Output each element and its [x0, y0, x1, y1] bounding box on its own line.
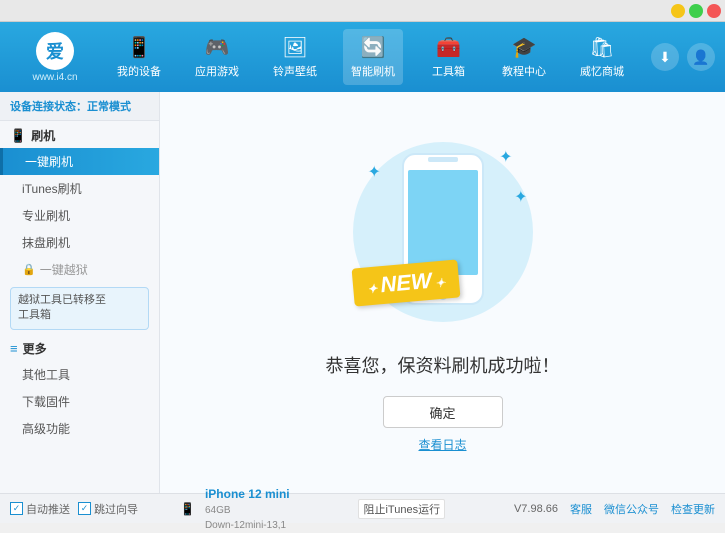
nav-item-tutorial[interactable]: 🎓 教程中心: [494, 29, 554, 85]
bottom-bar: ✓ 自动推送 ✓ 跳过向导 📱 iPhone 12 mini 64GB Down…: [0, 493, 725, 523]
skip-guide-checkbox-box: ✓: [78, 502, 91, 515]
sidebar-section-flash: 📱 刷机: [0, 121, 159, 148]
daily-link[interactable]: 查看日志: [418, 436, 466, 453]
nav-item-smart-flash[interactable]: 🔄 智能刷机: [343, 29, 403, 85]
main-layout: 设备连接状态：正常模式 📱 刷机 一键刷机 iTunes刷机 专业刷机 抹盘刷机…: [0, 92, 725, 493]
header-right: ⬇ 👤: [651, 43, 715, 71]
flash-section-label: 刷机: [31, 127, 55, 144]
title-bar: [0, 0, 725, 22]
download-button[interactable]: ⬇: [651, 43, 679, 71]
nav-item-apps-games[interactable]: 🎮 应用游戏: [187, 29, 247, 85]
device-name: iPhone 12 mini: [205, 485, 290, 503]
nav-label-smart-flash: 智能刷机: [351, 63, 395, 79]
sidebar-item-pro-flash[interactable]: 专业刷机: [0, 202, 159, 229]
device-icon: 📱: [180, 502, 195, 516]
nav-label-tutorial: 教程中心: [502, 63, 546, 79]
smart-flash-icon: 🔄: [361, 35, 386, 60]
success-text: 恭喜您，保资料刷机成功啦！: [326, 352, 560, 378]
wechat-public-link[interactable]: 微信公众号: [604, 501, 659, 517]
nav-item-ringtones[interactable]: 🖼 铃声壁纸: [265, 29, 325, 85]
sidebar-section-more: ≡ 更多: [0, 334, 159, 361]
sparkle1-icon: ✦: [499, 147, 512, 167]
itunes-stop-button[interactable]: 阻止iTunes运行: [358, 499, 445, 519]
device-version: Down-12mini-13,1: [205, 518, 290, 533]
content-area: ✦ ✦ ✦ NEW 恭喜您，保资料刷机成功啦！ 确定 查看日志: [160, 92, 725, 493]
auto-push-checkbox-box: ✓: [10, 502, 23, 515]
logo-area[interactable]: 爱 www.i4.cn: [10, 32, 100, 83]
skip-guide-checkbox[interactable]: ✓ 跳过向导: [78, 501, 138, 517]
status-bar-top: 设备连接状态：正常模式: [0, 92, 159, 121]
nav-item-toolbox[interactable]: 🧰 工具箱: [421, 29, 476, 85]
status-value: 正常模式: [87, 101, 131, 113]
maximize-button[interactable]: [689, 4, 703, 18]
sparkle2-icon: ✦: [514, 187, 527, 207]
sidebar-item-advanced[interactable]: 高级功能: [0, 415, 159, 442]
status-label: 设备连接状态：: [10, 101, 87, 113]
my-device-icon: 📱: [127, 35, 152, 60]
nav-label-apps-games: 应用游戏: [195, 63, 239, 79]
jailbreak-label: 一键越狱: [40, 261, 88, 278]
sidebar-item-wipe-flash[interactable]: 抹盘刷机: [0, 229, 159, 256]
auto-push-checkbox[interactable]: ✓ 自动推送: [10, 501, 70, 517]
success-illustration: ✦ ✦ ✦ NEW: [343, 132, 543, 332]
sparkle3-icon: ✦: [368, 162, 381, 182]
logo-url: www.i4.cn: [32, 72, 77, 83]
sidebar: 设备连接状态：正常模式 📱 刷机 一键刷机 iTunes刷机 专业刷机 抹盘刷机…: [0, 92, 160, 493]
ringtones-icon: 🖼: [282, 35, 307, 60]
jailbreak-note: 越狱工具已转移至工具箱: [10, 287, 149, 330]
user-button[interactable]: 👤: [687, 43, 715, 71]
sidebar-item-download-firmware[interactable]: 下载固件: [0, 388, 159, 415]
more-section-label: 更多: [23, 340, 47, 357]
lock-icon: 🔒: [22, 263, 36, 276]
skip-guide-label: 跳过向导: [94, 501, 138, 517]
check-update-link[interactable]: 检查更新: [671, 501, 715, 517]
weiyi-mall-icon: 🛍: [589, 35, 614, 60]
nav-item-my-device[interactable]: 📱 我的设备: [109, 29, 169, 85]
customer-service-link[interactable]: 客服: [570, 501, 592, 517]
nav-bar: 📱 我的设备 🎮 应用游戏 🖼 铃声壁纸 🔄 智能刷机 🧰 工具箱 🎓 教程中心…: [100, 29, 641, 85]
close-button[interactable]: [707, 4, 721, 18]
nav-item-weiyi-mall[interactable]: 🛍 威忆商城: [572, 29, 632, 85]
sidebar-item-one-key-flash[interactable]: 一键刷机: [0, 148, 159, 175]
apps-games-icon: 🎮: [205, 35, 230, 60]
version-label: V7.98.66: [514, 503, 558, 515]
device-storage: 64GB: [205, 503, 290, 518]
bottom-left: ✓ 自动推送 ✓ 跳过向导: [10, 501, 170, 517]
nav-label-weiyi-mall: 威忆商城: [580, 63, 624, 79]
nav-label-ringtones: 铃声壁纸: [273, 63, 317, 79]
bottom-right: V7.98.66 客服 微信公众号 检查更新: [514, 501, 715, 517]
more-section-icon: ≡: [10, 341, 18, 356]
nav-label-my-device: 我的设备: [117, 63, 161, 79]
nav-label-toolbox: 工具箱: [432, 63, 465, 79]
tutorial-icon: 🎓: [512, 35, 537, 60]
toolbox-icon: 🧰: [436, 35, 461, 60]
header: 爱 www.i4.cn 📱 我的设备 🎮 应用游戏 🖼 铃声壁纸 🔄 智能刷机 …: [0, 22, 725, 92]
logo-icon: 爱: [36, 32, 74, 70]
flash-section-icon: 📱: [10, 128, 26, 144]
auto-push-label: 自动推送: [26, 501, 70, 517]
sidebar-locked-jailbreak: 🔒 一键越狱: [0, 256, 159, 283]
confirm-button[interactable]: 确定: [383, 396, 503, 428]
bottom-center: 阻止iTunes运行: [290, 499, 514, 519]
sidebar-item-itunes-flash[interactable]: iTunes刷机: [0, 175, 159, 202]
minimize-button[interactable]: [671, 4, 685, 18]
sidebar-item-other-tools[interactable]: 其他工具: [0, 361, 159, 388]
device-info: 📱: [170, 500, 205, 518]
